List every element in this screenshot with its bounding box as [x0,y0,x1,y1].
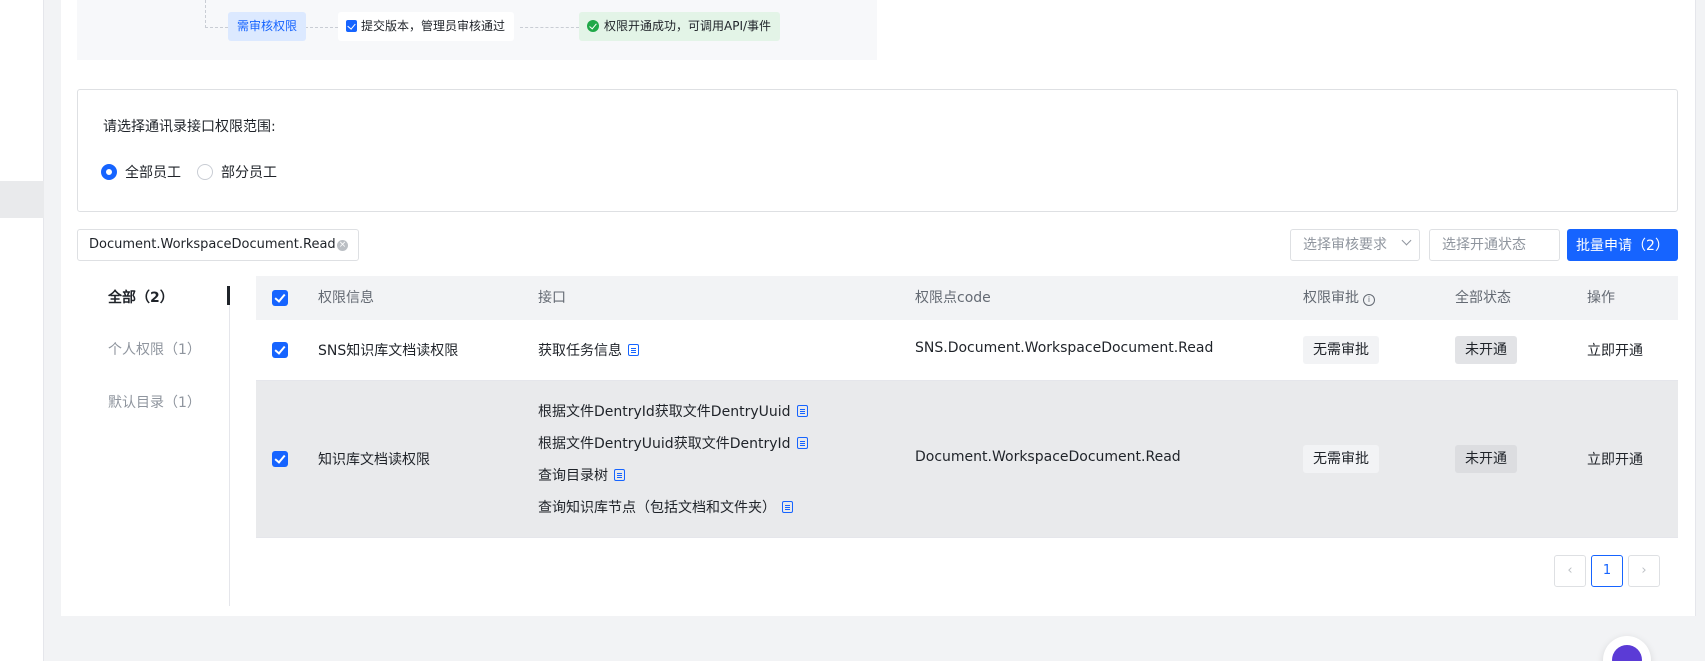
api-item: 根据文件DentryId获取文件DentryUuid [538,401,808,421]
header-info: 权限信息 [318,290,374,306]
assistant-float-button[interactable] [1603,636,1651,661]
header-approval: 权限审批 i [1303,276,1375,320]
row-checkbox[interactable] [272,451,288,467]
scope-box: 请选择通讯录接口权限范围: 全部员工 部分员工 [77,89,1678,212]
status-badge: 未开通 [1455,445,1517,473]
enable-now-link[interactable]: 立即开通 [1587,340,1643,360]
header-api: 接口 [538,290,566,306]
radio-all-staff[interactable] [101,164,117,180]
review-requirement-select[interactable]: 选择审核要求 [1290,229,1420,261]
doc-link-icon[interactable] [614,469,625,481]
info-icon[interactable]: i [1363,294,1375,306]
flow-step-submit: 提交版本，管理员审核通过 [338,12,515,41]
main-panel: 需审核权限 提交版本，管理员审核通过 权限开通成功，可调用API/事件 请选择通… [61,0,1695,616]
flow-step-review-required: 需审核权限 [228,12,307,41]
select-all-checkbox[interactable] [272,290,288,306]
search-filter-tag[interactable]: Document.WorkspaceDocument.Read × [77,229,359,261]
row-checkbox[interactable] [272,342,288,358]
next-page-button[interactable]: › [1628,555,1660,587]
enable-now-link[interactable]: 立即开通 [1587,449,1643,469]
category-personal[interactable]: 个人权限（1） [108,339,201,359]
api-item: 查询知识库节点（包括文档和文件夹） [538,497,793,517]
table-header: 权限信息 接口 权限点code 权限审批 i 全部状态 操作 [256,276,1678,320]
approval-flow: 需审核权限 提交版本，管理员审核通过 权限开通成功，可调用API/事件 [77,0,877,60]
permission-code: Document.WorkspaceDocument.Read [915,449,1181,465]
sidebar-selected-item[interactable] [0,181,44,218]
header-status-filter[interactable]: 全部状态 [1455,276,1511,320]
header-code: 权限点code [915,290,991,306]
table-row: SNS知识库文档读权限 获取任务信息 SNS.Document.Workspac… [256,320,1678,381]
approval-badge: 无需审批 [1303,445,1379,473]
radio-some-staff-label[interactable]: 部分员工 [221,162,277,182]
prev-page-button[interactable]: ‹ [1554,555,1586,587]
page-1-button[interactable]: 1 [1591,555,1623,587]
left-sidebar [0,0,44,661]
category-all[interactable]: 全部（2） [108,287,174,307]
status-badge: 未开通 [1455,336,1517,364]
radio-all-staff-label[interactable]: 全部员工 [125,162,181,182]
category-active-indicator [227,286,230,305]
permission-name: SNS知识库文档读权限 [318,343,459,359]
batch-apply-button[interactable]: 批量申请（2） [1567,229,1678,261]
header-action: 操作 [1587,290,1615,306]
permission-name: 知识库文档读权限 [318,452,430,468]
api-item: 获取任务信息 [538,340,639,360]
doc-link-icon[interactable] [628,344,639,356]
category-default-directory[interactable]: 默认目录（1） [108,392,201,412]
radio-some-staff[interactable] [197,164,213,180]
checked-doc-icon [346,20,357,32]
success-check-icon [587,20,599,32]
api-item: 根据文件DentryUuid获取文件DentryId [538,433,808,453]
status-select[interactable]: 选择开通状态 [1429,229,1560,261]
table-row: 知识库文档读权限 根据文件DentryId获取文件DentryUuid 根据文件… [256,381,1678,538]
permission-code: SNS.Document.WorkspaceDocument.Read [915,340,1214,356]
doc-link-icon[interactable] [796,437,808,449]
api-item: 查询目录树 [538,465,625,485]
doc-link-icon[interactable] [796,405,808,417]
category-divider [229,286,230,606]
permission-table: 权限信息 接口 权限点code 权限审批 i 全部状态 操作 SNS知识库文档读权… [256,276,1678,538]
assistant-bot-icon [1612,645,1642,661]
chevron-down-icon [1401,235,1412,246]
flow-step-success: 权限开通成功，可调用API/事件 [579,12,781,41]
approval-badge: 无需审批 [1303,336,1379,364]
scope-radio-group: 全部员工 部分员工 [101,162,293,182]
scope-question: 请选择通讯录接口权限范围: [103,119,276,135]
doc-link-icon[interactable] [782,501,793,513]
clear-icon[interactable]: × [337,240,348,251]
